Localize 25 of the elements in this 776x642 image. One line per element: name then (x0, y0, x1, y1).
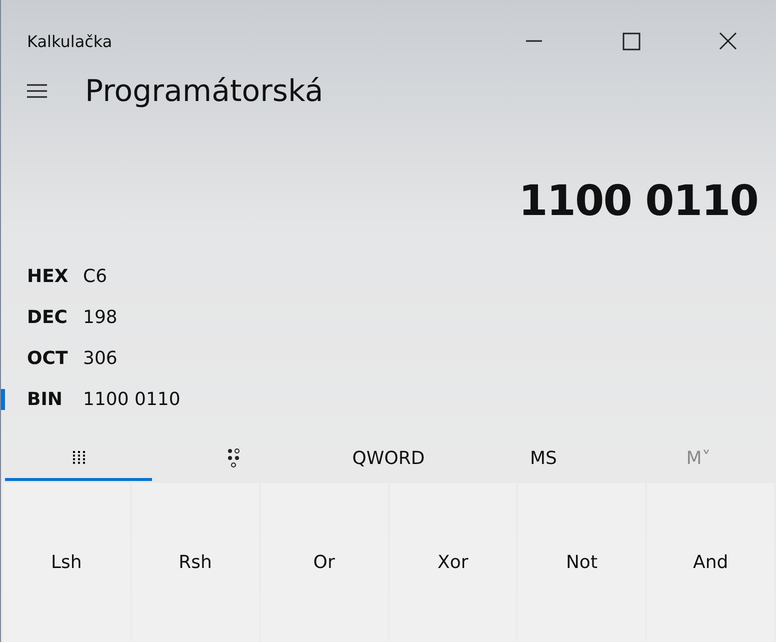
menu-icon[interactable] (27, 84, 47, 98)
minimize-icon (524, 40, 542, 42)
toolbar-button[interactable]: QWORD (315, 438, 462, 481)
maximize-icon (620, 31, 640, 51)
radix-value: C6 (83, 266, 108, 287)
operator-key[interactable]: Rsh (132, 483, 259, 642)
radix-label[interactable]: DEC (27, 307, 83, 328)
operator-key[interactable]: Lsh (3, 483, 130, 642)
operator-key[interactable]: And (647, 483, 774, 642)
operator-key[interactable]: Not (518, 483, 646, 642)
operator-key[interactable]: Or (260, 483, 388, 642)
result-display: 1100 0110 (518, 176, 758, 227)
operator-key[interactable]: Xor (390, 483, 516, 642)
radix-value: 1100 0110 (83, 389, 180, 410)
radix-label[interactable]: BIN (27, 389, 83, 410)
keypad-icon (72, 451, 86, 465)
dots-icon (226, 448, 240, 468)
radix-label[interactable]: HEX (27, 266, 83, 287)
toolbar-button[interactable]: MS (470, 438, 617, 481)
radix-value: 198 (83, 307, 118, 328)
close-icon (718, 31, 738, 51)
radix-label[interactable]: OCT (27, 348, 83, 369)
mode-title: Programátorská (85, 74, 324, 108)
window-title: Kalkulačka (27, 32, 114, 50)
radix-value: 306 (83, 348, 118, 369)
